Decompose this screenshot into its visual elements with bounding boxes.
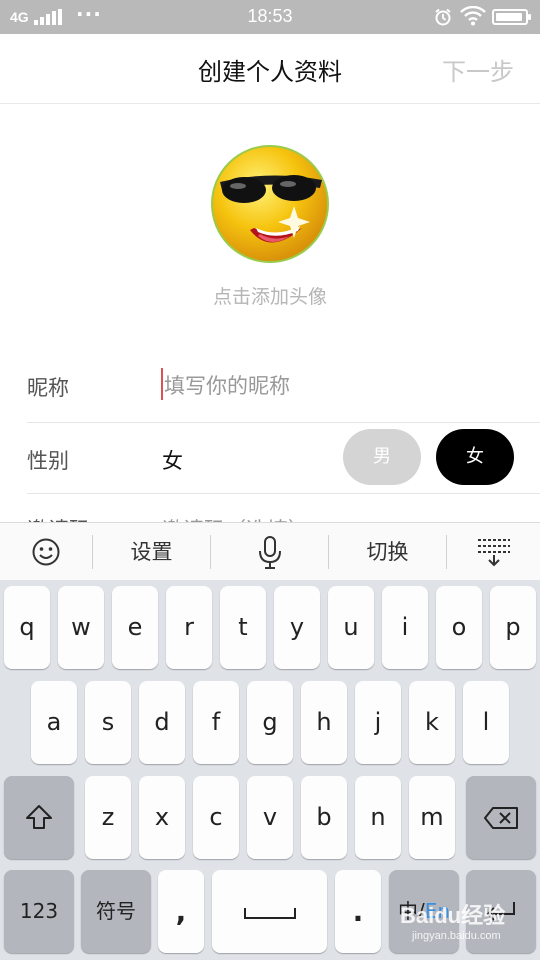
nickname-row: 昵称 [0, 350, 540, 422]
key-k[interactable]: k [409, 681, 455, 764]
key-v[interactable]: v [247, 776, 293, 859]
key-b[interactable]: b [301, 776, 347, 859]
key-c[interactable]: c [193, 776, 239, 859]
key-h[interactable]: h [301, 681, 347, 764]
key-u[interactable]: u [328, 586, 374, 669]
keyboard-settings-button[interactable]: 设置 [93, 523, 210, 581]
emoji-icon[interactable] [0, 523, 92, 581]
key-n[interactable]: n [355, 776, 401, 859]
watermark-logo: Baidu经验 [400, 903, 506, 928]
space-key[interactable] [212, 870, 327, 953]
gender-value: 女 [162, 449, 183, 473]
key-g[interactable]: g [247, 681, 293, 764]
collapse-keyboard-icon[interactable] [447, 523, 540, 581]
gender-row: 性别 女 男 女 [0, 423, 540, 495]
key-r[interactable]: r [166, 586, 212, 669]
key-q[interactable]: q [4, 586, 50, 669]
next-step-button[interactable]: 下一步 [442, 52, 514, 87]
gender-female-button[interactable]: 女 [436, 429, 514, 485]
shift-key[interactable] [4, 776, 74, 859]
key-s[interactable]: s [85, 681, 131, 764]
gender-label: 性别 [27, 449, 69, 473]
period-key[interactable]: . [335, 870, 381, 953]
key-m[interactable]: m [409, 776, 455, 859]
status-bar: 4G ··· 18:53 [0, 0, 540, 34]
nickname-input[interactable] [162, 368, 502, 404]
backspace-key[interactable] [466, 776, 536, 859]
key-d[interactable]: d [139, 681, 185, 764]
key-t[interactable]: t [220, 586, 266, 669]
key-e[interactable]: e [112, 586, 158, 669]
key-f[interactable]: f [193, 681, 239, 764]
status-time: 18:53 [247, 6, 293, 26]
mic-icon[interactable] [211, 523, 328, 581]
keyboard-switch-button[interactable]: 切换 [329, 523, 446, 581]
key-y[interactable]: y [274, 586, 320, 669]
key-z[interactable]: z [85, 776, 131, 859]
symbols-key[interactable]: 符号 [81, 870, 151, 953]
watermark-url: jingyan.baidu.com [412, 930, 501, 942]
key-a[interactable]: a [31, 681, 77, 764]
key-l[interactable]: l [463, 681, 509, 764]
text-caret [161, 368, 163, 400]
app-header: 创建个人资料 下一步 [0, 34, 540, 104]
backspace-icon [484, 807, 518, 829]
avatar-upload-button[interactable] [210, 144, 330, 264]
sunglasses-emoji-icon [211, 145, 329, 263]
nickname-label: 昵称 [27, 376, 69, 400]
battery-icon [492, 9, 531, 25]
key-p[interactable]: p [490, 586, 536, 669]
avatar-hint: 点击添加头像 [212, 286, 327, 308]
space-icon [243, 908, 296, 919]
numbers-key[interactable]: 123 [4, 870, 74, 953]
invite-row: 邀请码 邀请码（选填） [0, 494, 540, 524]
gender-male-button[interactable]: 男 [343, 429, 421, 485]
key-i[interactable]: i [382, 586, 428, 669]
key-w[interactable]: w [58, 586, 104, 669]
key-x[interactable]: x [139, 776, 185, 859]
alarm-icon [434, 8, 452, 26]
comma-key[interactable]: , [158, 870, 204, 953]
key-j[interactable]: j [355, 681, 401, 764]
keyboard-toolbar: 设置 切换 [0, 522, 540, 580]
wifi-icon [460, 5, 486, 26]
shift-icon [26, 805, 52, 829]
key-o[interactable]: o [436, 586, 482, 669]
